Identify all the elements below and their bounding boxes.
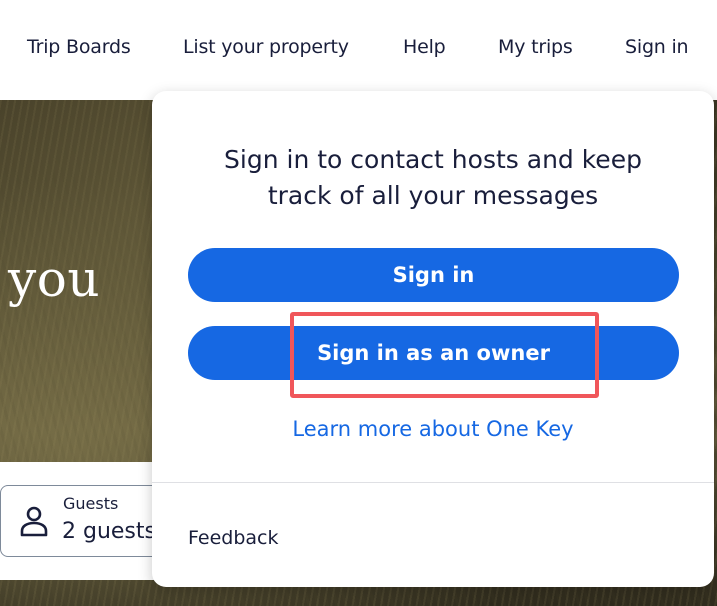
sign-in-as-owner-button[interactable]: Sign in as an owner [188, 326, 679, 380]
nav-trip-boards[interactable]: Trip Boards [27, 36, 131, 58]
guests-label: Guests [63, 494, 119, 513]
popover-title: Sign in to contact hosts and keep track … [152, 142, 714, 214]
page: Trip Boards List your property Help My t… [0, 0, 717, 606]
feedback-link[interactable]: Feedback [188, 527, 278, 549]
nav-help[interactable]: Help [403, 36, 446, 58]
hero-headline: you [8, 250, 101, 308]
popover-title-line-2: track of all your messages [267, 181, 599, 210]
person-icon [20, 505, 48, 537]
sign-in-button[interactable]: Sign in [188, 248, 679, 302]
popover-title-line-1: Sign in to contact hosts and keep [224, 145, 642, 174]
guests-value: 2 guests [62, 519, 156, 544]
sign-in-popover: Sign in to contact hosts and keep track … [152, 91, 714, 587]
learn-more-one-key-link[interactable]: Learn more about One Key [152, 417, 714, 441]
nav-list-your-property[interactable]: List your property [183, 36, 349, 58]
divider [152, 482, 714, 483]
nav-sign-in[interactable]: Sign in [625, 36, 689, 58]
top-navigation: Trip Boards List your property Help My t… [0, 0, 717, 100]
nav-my-trips[interactable]: My trips [498, 36, 573, 58]
